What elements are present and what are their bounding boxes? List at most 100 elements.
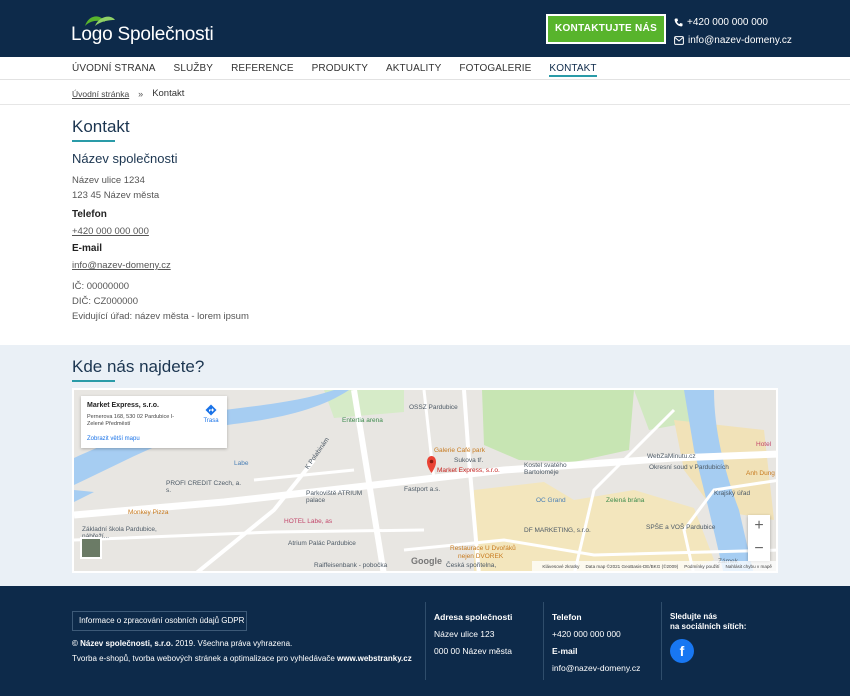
map-label-webzaminutu: WebZaMinutu.cz [647,453,696,460]
map-label-spse: SPŠE a VOŠ Pardubice [646,524,716,531]
logo-text: Logo Společnosti [71,24,214,45]
map-label-df: DF MARKETING, s.r.o. [524,527,591,534]
header-phone[interactable]: +420 000 000 000 [687,17,768,28]
contact-us-button[interactable]: Kontaktujte nás [546,14,666,44]
map-label-hotel-labe: HOTEL Labe, as [284,518,333,525]
map-label-galerie: Galerie Café park [434,447,485,454]
tagline-text: Tvorba e-shopů, tvorba webových stránek … [72,654,338,663]
directions-button[interactable]: Trasa [199,404,223,424]
footer-email-title: E-mail [552,646,578,656]
copyright-company: © Název společnosti, s.r.o. [72,639,174,648]
keyboard-shortcuts-link[interactable]: Klávesové zkratky [542,564,579,569]
nav-item-gallery[interactable]: Fotogalerie [459,57,531,80]
header-contact: +420 000 000 000 info@nazev-domeny.cz [674,13,792,49]
copyright-rest: 2019. Všechna práva vyhrazena. [173,639,293,648]
terms-link[interactable]: Podmínky použití [684,564,719,569]
map-label-restaurace: Restaurace U Dvořáků [450,545,516,552]
map-label-nejen: nejen DVOREK [458,553,504,560]
map-label-fastport: Fastport a.s. [404,486,441,493]
footer-address-city: 000 00 Název města [434,646,512,656]
breadcrumb: Úvodní stránka » Kontakt [0,81,850,105]
nav-item-references[interactable]: Reference [231,57,294,80]
registration-office: Evidující úřad: název města - lorem ipsu… [72,311,249,322]
google-map[interactable]: Market Express, s.r.o. Pernerova 168, 53… [72,388,778,573]
map-title: Kde nás najdete? [72,357,205,376]
google-logo: Google [411,556,442,566]
map-place-card: Market Express, s.r.o. Pernerova 168, 53… [81,396,227,448]
breadcrumb-home-link[interactable]: Úvodní stránka [72,89,129,99]
footer-address-title: Adresa společnosti [434,612,513,622]
email-label: E-mail [72,243,103,254]
zoom-out-button[interactable]: − [748,538,770,561]
street-view-thumbnail[interactable] [80,537,102,559]
company-name: Název společnosti [72,151,178,166]
nav-item-services[interactable]: Služby [174,57,214,80]
map-label-parkoviste: Parkoviště ATRIUM palace [306,490,363,504]
header-email[interactable]: info@nazev-domeny.cz [688,35,792,46]
nav-item-products[interactable]: Produkty [312,57,368,80]
zoom-controls: + − [748,515,770,561]
directions-icon [205,404,217,416]
map-label-monkey: Monkey Pizza [128,509,169,516]
nav-item-news[interactable]: Aktuality [386,57,441,80]
logo[interactable]: Logo Společnosti [71,12,214,46]
directions-label: Trasa [203,418,219,424]
vat-id: DIČ: CZ000000 [72,296,139,307]
envelope-icon [674,35,684,45]
map-label-zelena-brana: Zelená brána [606,497,645,504]
address-street: Název ulice 1234 [72,175,145,186]
main-nav: Úvodní strana Služby Reference Produkty … [0,57,850,80]
email-link[interactable]: info@nazev-domeny.cz [72,260,772,271]
facebook-icon[interactable]: f [670,639,694,663]
map-label-atrium: Atrium Palác Pardubice [288,540,356,547]
map-label-entertia: Entertia arena [342,417,383,424]
report-error-link[interactable]: Nahlásit chybu v mapě [726,564,772,569]
place-address: Pernerova 168, 530 02 Pardubice I-Zelené… [87,414,175,427]
map-label-sukova: Sukova tř. [454,457,484,464]
footer-phone[interactable]: +420 000 000 000 [552,629,659,639]
breadcrumb-current: Kontakt [152,88,185,99]
footer-phone-title: Telefon [552,612,582,622]
webstranky-link[interactable]: www.webstranky.cz [337,654,412,663]
map-attribution-bar: Klávesové zkratky Data map ©2021 GeoBasi… [532,561,776,571]
phone-icon [674,17,683,26]
top-bar: Logo Společnosti Kontaktujte nás +420 00… [0,0,850,57]
footer-address-column: Adresa společnosti Název ulice 123 000 0… [425,602,541,680]
copyright: © Název společnosti, s.r.o. 2019. Všechn… [72,639,292,648]
map-label-okresni: Okresní soud v Pardubicích [649,464,729,471]
map-label-ossz: OSSZ Pardubice [409,404,458,411]
footer-social-title-1: Sledujte nás [670,612,718,621]
address-city: 123 45 Název města [72,190,160,201]
footer-email[interactable]: info@nazev-domeny.cz [552,663,659,673]
map-section: Kde nás najdete? Market Express, s.r.o. … [0,345,850,586]
map-label-krajsky: Krajský úřad [714,490,751,497]
gdpr-button[interactable]: Informace o zpracování osobních údajů GD… [72,611,247,631]
footer-contact-column: Telefon +420 000 000 000 E-mail info@naz… [543,602,659,680]
phone-link[interactable]: +420 000 000 000 [72,226,772,237]
title-underline [72,140,115,142]
breadcrumb-separator: » [138,88,144,99]
map-data-attribution: Data map ©2021 GeoBasis-DE/BKG (©2009) [585,563,679,569]
map-label-anh-dung: Anh Dung [746,470,775,477]
map-label-ceska: Česká spořitelna, [446,562,497,569]
footer-social-title-2: na sociálních sítích: [670,622,747,631]
tagline: Tvorba e-shopů, tvorba webových stránek … [72,654,412,663]
map-label-market: Market Express, s.r.o. [437,467,500,474]
place-name: Market Express, s.r.o. [87,402,159,409]
map-label-hotel: Hotel [756,441,772,448]
map-label-profi-credit: PROFI CREDIT Czech, a. s. [166,480,242,494]
map-label-raiffeisen: Raiffeisenbank - pobočka [314,562,388,569]
map-label-kostel: Kostel svatého Bartoloměje [524,462,567,476]
zoom-in-button[interactable]: + [748,515,770,538]
nav-item-home[interactable]: Úvodní strana [72,57,156,80]
map-label-oc-grand: OC Grand [536,497,566,504]
bigger-map-link[interactable]: Zobrazit větší mapu [87,436,140,442]
page-title: Kontakt [72,117,130,136]
map-title-underline [72,380,115,382]
nav-item-contact[interactable]: Kontakt [549,57,597,80]
phone-label: Telefon [72,209,107,220]
contact-section: Kontakt Název společnosti Název ulice 12… [72,117,772,324]
footer-address-street: Název ulice 123 [434,629,495,639]
map-label-labe: Labe [234,460,249,467]
company-id: IČ: 00000000 [72,281,130,292]
